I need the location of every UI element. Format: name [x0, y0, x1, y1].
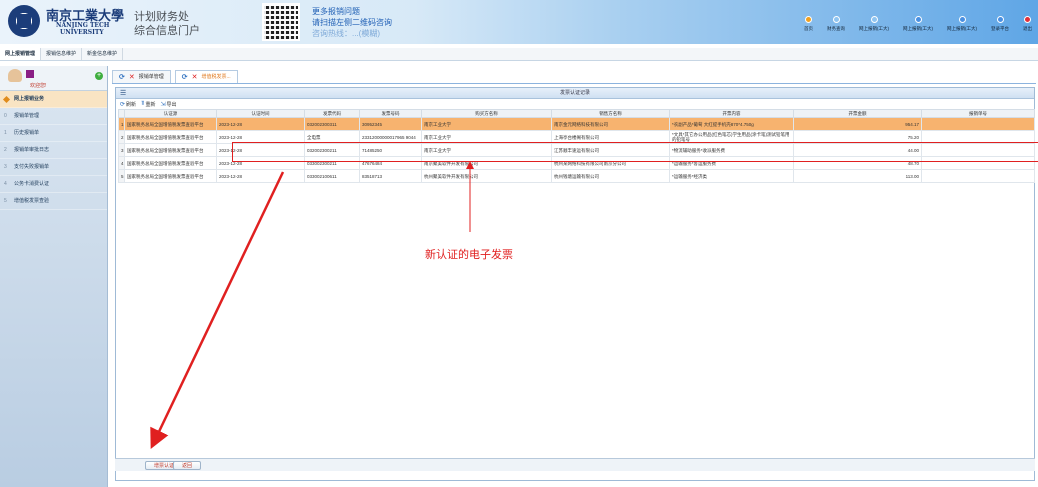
table-cell: 2023-12-28: [216, 117, 305, 131]
user-color-swatch: [26, 70, 34, 78]
close-icon[interactable]: ✕: [129, 71, 135, 84]
avatar: [8, 69, 22, 82]
column-header[interactable]: 开票内容: [669, 109, 794, 118]
table-cell: 国家税务总局全国增值税发票查验平台: [124, 130, 217, 144]
filter-icon: ⫪: [141, 100, 145, 107]
sidebar-item-history[interactable]: 1 历史报销单: [0, 125, 107, 142]
sidebar-item-approval-log[interactable]: 2 报销单审批日志: [0, 142, 107, 159]
column-header[interactable]: 开票金额: [793, 109, 922, 118]
logout-icon: [1024, 16, 1031, 23]
table-cell: 国家税务总局全国增值税发票查验平台: [124, 169, 217, 183]
home-icon: [805, 16, 812, 23]
welcome-text: 欢迎您!: [30, 83, 47, 89]
refresh-icon[interactable]: ⟳: [182, 71, 188, 84]
table-cell: [921, 117, 1035, 131]
invoice-record-panel: ☰ 发票认证记录 ⟳ 刷新 ⫪ 重新 ⇲ 导出 认证源 认证时间 发票代码 发票号码 购买方名…: [115, 87, 1038, 481]
top-navigation: 首页 财务查询 网上报销(工大) 网上报销(工大) 网上报销(工大) 登录平台 退出: [804, 16, 1032, 32]
query-icon: [832, 16, 840, 23]
tab-vat-invoice[interactable]: ⟳ ✕ 增值税发票...: [174, 70, 238, 84]
topnav-item[interactable]: 财务查询: [827, 16, 845, 32]
topnav-item[interactable]: 网上报销(工大): [859, 16, 889, 32]
refresh-icon: ⟳: [120, 101, 126, 108]
sidebar-item-payment-failed[interactable]: 3 支付失败报销单: [0, 159, 107, 176]
refresh-icon[interactable]: ⟳: [119, 71, 125, 84]
reimburse-icon: [870, 16, 878, 23]
topnav-item[interactable]: 退出: [1023, 16, 1032, 32]
export-icon: ⇲: [160, 101, 166, 108]
table-cell: 954.17: [793, 117, 922, 131]
main-tabs: ⟳ ✕ 报销单管理 ⟳ ✕ 增值税发票...: [112, 70, 1036, 84]
column-header[interactable]: 发票号码: [359, 109, 422, 118]
topnav-item[interactable]: 首页: [804, 16, 813, 32]
university-logo-icon: [8, 5, 40, 37]
module-tab-reimburse[interactable]: 网上报销管理: [0, 48, 42, 60]
toolbar: ⟳ 刷新 ⫪ 重新 ⇲ 导出: [116, 99, 1034, 109]
sidebar: 欢迎您! + 网上报销业务 0 报销单管理 1 历史报销单 2 报销单审批日志 3 支付…: [0, 66, 108, 487]
table-cell: 83518713: [359, 169, 422, 183]
sidebar-item-manage[interactable]: 0 报销单管理: [0, 108, 107, 125]
panel-title: 发票认证记录: [559, 90, 590, 96]
annotation-highlight-box: [232, 142, 1038, 162]
table-row[interactable]: 1 国家税务总局全国增值税发票查验平台 2023-12-28 032002300311…: [118, 117, 1035, 131]
table-cell: 杭州钱塘运输有限公司: [551, 169, 670, 183]
back-button[interactable]: 返回: [173, 461, 202, 470]
table-cell: 2023-12-28: [216, 169, 305, 183]
footer-bar: 增票认证 返回: [115, 458, 1035, 471]
portal-header: 南京工業大學 NANJING TECH UNIVERSITY 计划财务处 综合信…: [0, 0, 1038, 44]
column-header[interactable]: 认证源: [124, 109, 217, 118]
portal-title: 计划财务处 综合信息门户: [134, 11, 200, 37]
reset-button[interactable]: ⫪ 重新: [141, 101, 155, 108]
expand-icon[interactable]: +: [95, 72, 103, 80]
welcome-panel: 欢迎您! +: [0, 66, 107, 91]
module-tab-info[interactable]: 报销信息维护: [41, 48, 83, 60]
table-cell: *农副产品*葡萄 大红提手机壳870*4.750g: [669, 117, 794, 131]
export-button[interactable]: ⇲ 导出: [160, 101, 176, 108]
reimburse-icon: [958, 16, 966, 23]
table-header: 认证源 认证时间 发票代码 发票号码 购买方名称 销售方名称 开票内容 开票金额 报销单号: [118, 109, 1035, 118]
tab-reimburse-manage[interactable]: ⟳ ✕ 报销单管理: [112, 70, 171, 83]
column-header[interactable]: 发票代码: [304, 109, 360, 118]
diamond-icon: [2, 95, 11, 104]
column-header[interactable]: 购买方名称: [421, 109, 552, 118]
sidebar-item-vat-check[interactable]: 5 增值税发票查验: [0, 193, 107, 210]
table-row[interactable]: 5 国家税务总局全国增值税发票查验平台 2023-12-28 033002100611…: [118, 169, 1035, 183]
reimburse-icon: [914, 16, 922, 23]
module-bar: 网上报销管理 报销信息维护 新金信息维护: [0, 48, 1038, 61]
column-header[interactable]: 销售方名称: [551, 109, 670, 118]
column-header[interactable]: 报销单号: [921, 109, 1035, 118]
table-cell: 113.00: [793, 169, 922, 183]
table-cell: 国家税务总局全国增值税发票查验平台: [124, 117, 217, 131]
table-cell: 南京金元网络科技有限公司: [551, 117, 670, 131]
table-cell: 032002300311: [304, 117, 360, 131]
column-header[interactable]: 认证时间: [216, 109, 305, 118]
table-cell: *运输服务*经济类: [669, 169, 794, 183]
table-cell: 033002100611: [304, 169, 360, 183]
platform-icon: [996, 16, 1004, 23]
annotation-label: 新认证的电子发票: [425, 249, 513, 261]
table-cell: [921, 169, 1035, 183]
sidebar-item-online-business[interactable]: 网上报销业务: [0, 91, 107, 108]
module-tab-fund[interactable]: 新金信息维护: [82, 48, 124, 60]
qr-code-icon: [262, 3, 300, 41]
topnav-item[interactable]: 网上报销(工大): [947, 16, 977, 32]
table-cell: 南京工业大学: [421, 117, 552, 131]
university-name-en: NANJING TECH UNIVERSITY: [56, 22, 110, 36]
menu-icon[interactable]: ☰: [120, 90, 126, 97]
table-cell: 国家税务总局全国增值税发票查验平台: [124, 143, 217, 157]
table-cell: 杭州聚美软件开发有限公司: [421, 169, 552, 183]
table-cell: 国家税务总局全国增值税发票查验平台: [124, 156, 217, 170]
topnav-item[interactable]: 登录平台: [991, 16, 1009, 32]
refresh-button[interactable]: ⟳ 刷新: [120, 101, 136, 108]
panel-header: ☰ 发票认证记录: [116, 88, 1034, 99]
table-cell: 30952345: [359, 117, 422, 131]
sidebar-item-card-auth[interactable]: 4 公务卡消费认证: [0, 176, 107, 193]
close-icon[interactable]: ✕: [192, 71, 198, 84]
qr-hint: 更多报销问题 请扫描左侧二维码咨询 咨询热线：...(模糊): [312, 7, 392, 38]
topnav-item[interactable]: 网上报销(工大): [903, 16, 933, 32]
